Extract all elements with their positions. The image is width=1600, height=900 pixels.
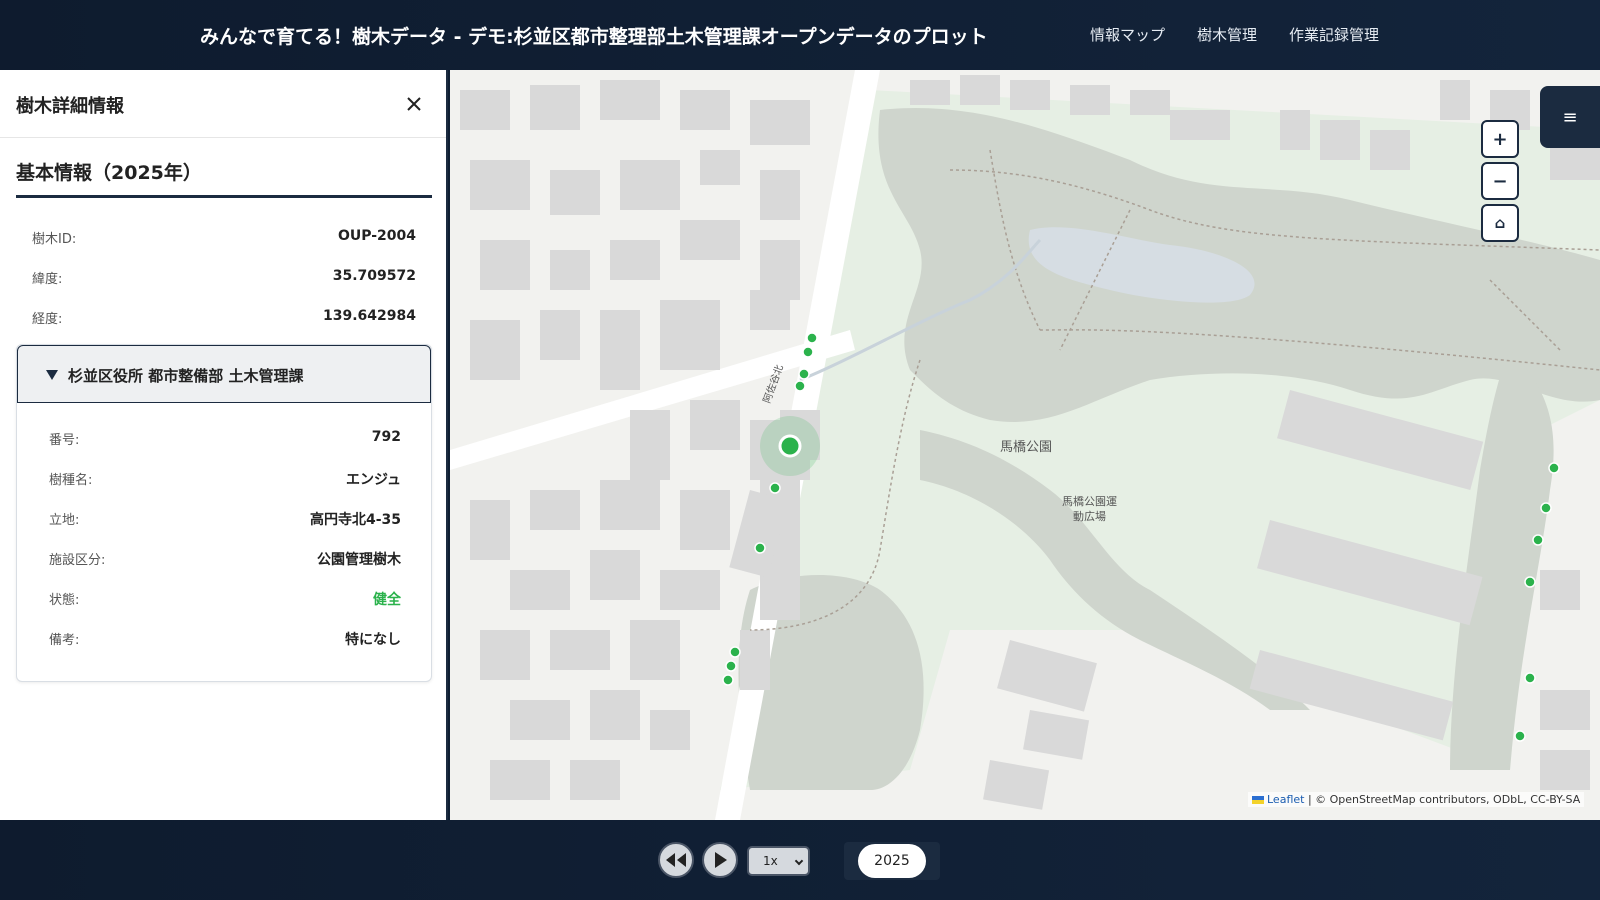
detail-value: 特になし bbox=[345, 632, 401, 648]
speed-select[interactable]: 1x bbox=[747, 846, 810, 876]
chevron-down-icon bbox=[794, 856, 804, 866]
field-label-line: 動広場 bbox=[1073, 510, 1106, 523]
attribution-text: | © OpenStreetMap contributors, ODbL, CC… bbox=[1304, 793, 1581, 806]
close-icon bbox=[407, 97, 421, 111]
app-header: みんなで育てる！樹木データ - デモ:杉並区都市整理部土木管理課オープンデータの… bbox=[0, 0, 1600, 70]
detail-value: 公園管理樹木 bbox=[317, 552, 401, 568]
ukraine-flag-icon bbox=[1252, 796, 1264, 804]
info-value: 35.709572 bbox=[332, 268, 416, 284]
info-value: OUP-2004 bbox=[337, 228, 416, 244]
detail-row: 状態: 健全 bbox=[49, 589, 401, 609]
zoom-out-button[interactable]: − bbox=[1481, 162, 1519, 200]
year-slider[interactable]: 2025 bbox=[844, 842, 940, 880]
info-row: 樹木ID: OUP-2004 bbox=[32, 228, 416, 247]
map-view[interactable]: 馬橋公園 馬橋公園運 動広場 阿佐谷北 bbox=[450, 70, 1600, 820]
year-pill[interactable]: 2025 bbox=[858, 844, 926, 878]
info-label: 経度: bbox=[32, 312, 63, 327]
tree-detail-panel: 樹木詳細情報 基本情報（2025年） 樹木ID: OUP-2004 緯度: 35… bbox=[0, 70, 448, 820]
detail-row: 備考: 特になし bbox=[49, 629, 401, 649]
detail-value: 792 bbox=[371, 429, 401, 445]
detail-label: 状態: bbox=[49, 593, 80, 608]
detail-value: 高円寺北4-35 bbox=[309, 512, 401, 528]
section-title: 基本情報（2025年） bbox=[16, 158, 432, 198]
info-label: 樹木ID: bbox=[32, 232, 77, 247]
detail-row: 樹種名: エンジュ bbox=[49, 469, 401, 489]
source-group-title: 杉並区役所 都市整備部 土木管理課 bbox=[68, 367, 304, 385]
detail-row: 施設区分: 公園管理樹木 bbox=[49, 549, 401, 569]
detail-label: 備考: bbox=[49, 633, 80, 648]
status-value: 健全 bbox=[373, 592, 401, 608]
info-row: 経度: 139.642984 bbox=[32, 308, 416, 327]
detail-row: 番号: 792 bbox=[49, 429, 401, 448]
timeline-footer: 1x 2025 bbox=[0, 820, 1600, 900]
play-icon bbox=[715, 852, 727, 868]
nav-info-map[interactable]: 情報マップ bbox=[1090, 24, 1165, 45]
nav-tree-management[interactable]: 樹木管理 bbox=[1197, 24, 1257, 45]
main-nav: 情報マップ 樹木管理 作業記録管理 bbox=[1090, 24, 1379, 45]
info-value: 139.642984 bbox=[323, 308, 416, 324]
menu-icon: ≡ bbox=[1562, 106, 1578, 128]
panel-title: 樹木詳細情報 bbox=[16, 96, 124, 117]
triangle-down-icon bbox=[46, 370, 58, 380]
info-row: 緯度: 35.709572 bbox=[32, 268, 416, 287]
speed-value: 1x bbox=[763, 854, 778, 868]
rewind-button[interactable] bbox=[658, 842, 694, 878]
play-button[interactable] bbox=[702, 842, 738, 878]
detail-label: 番号: bbox=[49, 433, 80, 448]
selected-tree-marker bbox=[778, 434, 802, 458]
detail-value: エンジュ bbox=[345, 472, 401, 488]
field-label-line: 馬橋公園運 bbox=[1062, 495, 1117, 508]
info-label: 緯度: bbox=[32, 272, 63, 287]
home-button[interactable]: ⌂ bbox=[1481, 204, 1519, 242]
detail-label: 施設区分: bbox=[49, 553, 106, 568]
detail-label: 立地: bbox=[49, 513, 80, 528]
layers-menu-button[interactable]: ≡ bbox=[1540, 86, 1600, 148]
field-label: 馬橋公園運 動広場 bbox=[1062, 494, 1117, 524]
close-button[interactable] bbox=[402, 92, 426, 116]
source-group: 杉並区役所 都市整備部 土木管理課 番号: 792 樹種名: エンジュ 立地: … bbox=[16, 344, 432, 682]
panel-header: 樹木詳細情報 bbox=[0, 70, 446, 138]
detail-label: 樹種名: bbox=[49, 473, 93, 488]
zoom-in-button[interactable]: + bbox=[1481, 120, 1519, 158]
leaflet-link[interactable]: Leaflet bbox=[1267, 793, 1304, 806]
rewind-icon bbox=[666, 853, 686, 867]
park-label: 馬橋公園 bbox=[1000, 440, 1053, 455]
map-attribution: Leaflet | © OpenStreetMap contributors, … bbox=[1248, 792, 1585, 807]
source-group-toggle[interactable]: 杉並区役所 都市整備部 土木管理課 bbox=[17, 345, 431, 403]
nav-work-records[interactable]: 作業記録管理 bbox=[1289, 24, 1379, 45]
detail-row: 立地: 高円寺北4-35 bbox=[49, 509, 401, 529]
app-title: みんなで育てる！樹木データ - デモ:杉並区都市整理部土木管理課オープンデータの… bbox=[200, 26, 988, 48]
